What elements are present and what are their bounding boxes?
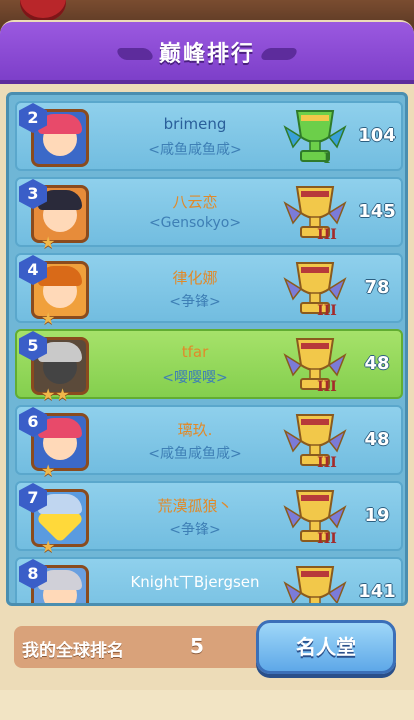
player-name: tfar xyxy=(181,343,209,361)
player-score: 48 xyxy=(364,429,390,450)
guild-name: <咸鱼咸鱼咸> xyxy=(148,446,242,462)
player-name: 律化娜 xyxy=(172,269,218,287)
guild-name: <咸鱼咸鱼咸> xyxy=(148,142,242,158)
leaderboard-row[interactable]: 7 ★ 荒漠孤狼丶 <争锋> III 19 xyxy=(15,481,403,556)
player-name: 荒漠孤狼丶 xyxy=(157,497,233,515)
star-rating-icon: ★ xyxy=(41,309,56,328)
player-name: brimeng xyxy=(163,115,227,133)
trophy-icon: III xyxy=(279,563,351,603)
trophy-icon: III xyxy=(279,411,351,471)
svg-text:III: III xyxy=(317,303,337,319)
svg-text:III: III xyxy=(317,379,337,395)
guild-name: <争锋> xyxy=(169,294,221,310)
player-score: 48 xyxy=(364,353,390,374)
my-rank-value: 5 xyxy=(190,634,204,658)
leaderboard-row[interactable]: 6 ★ 璃玖. <咸鱼咸鱼咸> III 48 xyxy=(15,405,403,480)
player-name: 八云恋 xyxy=(172,193,218,211)
svg-text:III: III xyxy=(317,531,337,547)
player-name: 璃玖. xyxy=(177,421,213,439)
star-rating-icon: ★ xyxy=(41,461,56,480)
star-rating-icon: ★ xyxy=(41,537,56,556)
star-rating-icon: ★★ xyxy=(41,385,70,404)
trophy-icon: III xyxy=(279,259,351,319)
bottom-strip xyxy=(0,690,414,720)
player-name: Knight丅Bjergsen xyxy=(130,573,260,591)
trophy-icon: III xyxy=(279,183,351,243)
leaderboard-row[interactable]: 5 ★★ tfar <嘤嘤嘤> III 48 xyxy=(15,329,403,404)
guild-name: <嘤嘤嘤> xyxy=(162,370,228,386)
svg-text:III: III xyxy=(317,227,337,243)
leaderboard-row[interactable]: 8 Knight丅Bjergsen III 141 xyxy=(15,557,403,603)
trophy-icon: I xyxy=(279,107,351,167)
player-score: 104 xyxy=(358,125,396,146)
hall-of-fame-button[interactable]: 名人堂 xyxy=(256,620,396,674)
star-rating-icon: ★ xyxy=(41,233,56,252)
leaderboard-row[interactable]: 4 ★ 律化娜 <争锋> III 78 xyxy=(15,253,403,328)
page-title: 巅峰排行 xyxy=(158,42,255,67)
player-score: 19 xyxy=(364,505,390,526)
trophy-icon: III xyxy=(279,335,351,395)
leaderboard-row[interactable]: 2 brimeng <咸鱼咸鱼咸> I 104 xyxy=(15,101,403,171)
leaderboard-row[interactable]: 3 ★ 八云恋 <Gensokyo> III 145 xyxy=(15,177,403,252)
player-score: 141 xyxy=(358,581,396,602)
svg-text:III: III xyxy=(317,455,337,471)
leaderboard-list[interactable]: 2 brimeng <咸鱼咸鱼咸> I 104 3 ★ 八云恋 <Gensoky… xyxy=(6,92,408,606)
my-rank-label: 我的全球排名 xyxy=(22,641,124,661)
panel-header: 巅峰排行 xyxy=(0,22,414,84)
svg-text:I: I xyxy=(324,151,331,167)
red-button-icon xyxy=(20,0,66,22)
player-score: 145 xyxy=(358,201,396,222)
my-global-rank: 我的全球排名 5 xyxy=(14,626,264,668)
guild-name: <争锋> xyxy=(169,522,221,538)
guild-name: <Gensokyo> xyxy=(148,215,242,231)
trophy-icon: III xyxy=(279,487,351,547)
player-score: 78 xyxy=(364,277,390,298)
